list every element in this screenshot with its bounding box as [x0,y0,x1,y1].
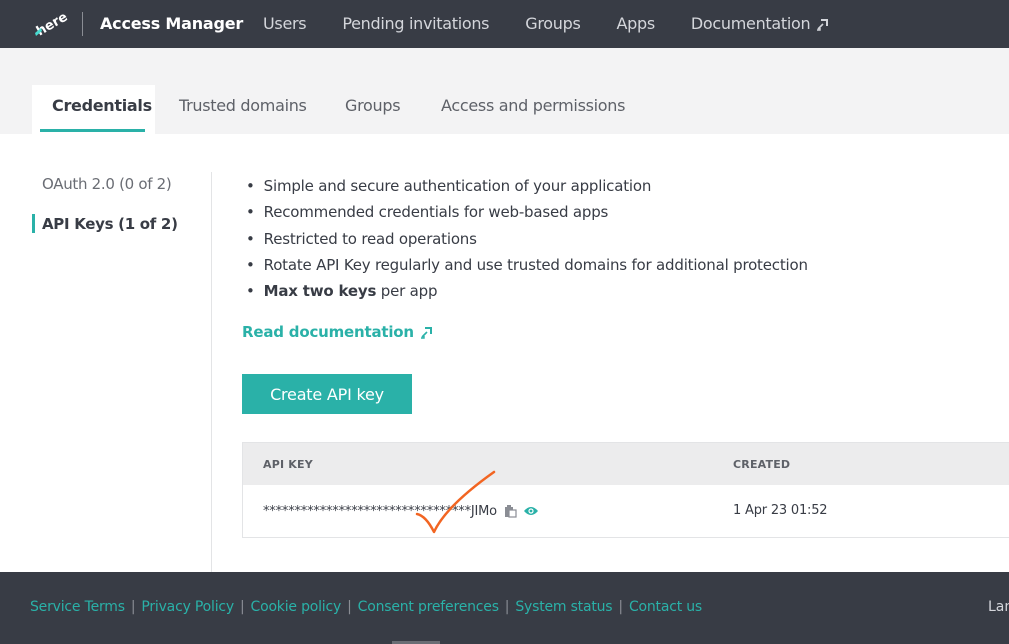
external-link-icon [420,327,432,339]
footer-separator: | [130,599,136,615]
feature-item-max-keys: Max two keys per app [246,281,808,307]
logo-divider [82,12,83,36]
column-header-api-key[interactable]: API KEY [263,458,313,471]
tab-trusted-domains[interactable]: Trusted domains [179,96,307,115]
footer-separator: | [504,599,510,615]
external-link-icon [817,18,829,31]
svg-text:here: here [34,10,68,39]
tab-credentials[interactable]: Credentials [52,96,152,115]
tab-access-and-permissions[interactable]: Access and permissions [441,96,625,115]
nav-groups[interactable]: Groups [525,14,581,33]
here-logo[interactable]: here [32,9,68,39]
tab-bar: Credentials Trusted domains Groups Acces… [0,48,1009,134]
read-documentation-link[interactable]: Read documentation [242,323,434,341]
footer-cookie-policy[interactable]: Cookie policy [251,599,342,615]
footer-service-terms[interactable]: Service Terms [30,599,125,615]
tab-groups[interactable]: Groups [345,96,401,115]
feature-item: Recommended credentials for web-based ap… [246,202,808,228]
max-keys-bold: Max two keys [263,282,377,301]
nav-documentation-label: Documentation [690,14,811,33]
footer-privacy-policy[interactable]: Privacy Policy [141,599,234,615]
max-keys-rest: per app [376,282,438,301]
feature-item: Rotate API Key regularly and use trusted… [246,255,808,281]
top-nav-bar: here Access Manager Users Pending invita… [0,0,1009,48]
nav-pending-invitations[interactable]: Pending invitations [342,14,489,33]
side-item-oauth[interactable]: OAuth 2.0 (0 of 2) [42,175,172,193]
app-title[interactable]: Access Manager [100,14,243,33]
eye-icon[interactable] [523,503,539,519]
nav-apps[interactable]: Apps [616,14,655,33]
footer-links: Service Terms | Privacy Policy | Cookie … [30,599,702,615]
feature-item: Simple and secure authentication of your… [246,176,808,202]
footer-language-selector[interactable]: Lan [988,599,1009,615]
side-divider [211,172,212,572]
side-item-api-keys[interactable]: API Keys (1 of 2) [42,215,178,233]
nav-documentation[interactable]: Documentation [691,14,830,33]
api-keys-table: API KEY CREATED ************************… [242,442,1009,538]
feature-item: Restricted to read operations [246,229,808,255]
main-nav: Users Pending invitations Groups Apps Do… [263,14,866,33]
api-key-cell: *********************************JIMo [263,503,539,519]
copy-icon[interactable] [502,503,518,519]
side-active-indicator [32,214,35,233]
footer-separator: | [239,599,245,615]
nav-users[interactable]: Users [263,14,307,33]
api-key-features-list: Simple and secure authentication of your… [246,176,808,307]
footer: Service Terms | Privacy Policy | Cookie … [0,572,1009,644]
column-header-created[interactable]: CREATED [733,458,790,471]
footer-separator: | [347,599,352,615]
nav-users-label: Users [263,14,307,33]
table-header: API KEY CREATED [243,443,1009,485]
tab-active-underline [40,129,145,132]
nav-pending-invitations-label: Pending invitations [342,14,490,33]
footer-consent-preferences[interactable]: Consent preferences [358,599,499,615]
api-key-value: *********************************JIMo [263,503,497,519]
footer-contact-us[interactable]: Contact us [629,599,702,615]
footer-system-status[interactable]: System status [515,599,612,615]
read-documentation-label: Read documentation [242,323,414,341]
nav-apps-label: Apps [616,14,655,33]
created-cell: 1 Apr 23 01:52 [733,503,828,518]
create-api-key-button[interactable]: Create API key [242,374,412,414]
footer-separator: | [618,599,623,615]
nav-groups-label: Groups [525,14,581,33]
